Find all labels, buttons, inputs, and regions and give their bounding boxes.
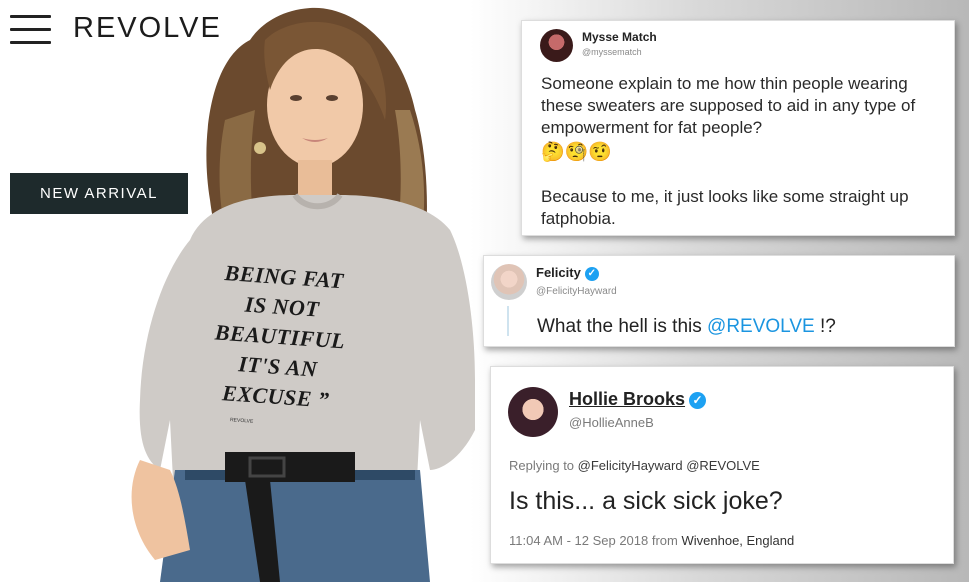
tweet-text: What the hell is this @REVOLVE !?: [537, 316, 836, 338]
tweet-text: Someone explain to me how thin people we…: [541, 73, 941, 167]
tweet-author-name[interactable]: Hollie Brooks ✓: [569, 389, 707, 410]
tweet-text-main: What the hell is this: [537, 316, 708, 337]
tweet-author-handle[interactable]: @myssematch: [582, 47, 642, 57]
tweet-author-name[interactable]: Felicity ✓: [536, 265, 599, 281]
tweet-text: Is this... a sick sick joke?: [509, 487, 783, 515]
verified-badge-icon: ✓: [689, 391, 707, 409]
reply-mentions[interactable]: @FelicityHayward @REVOLVE: [578, 458, 760, 473]
tweet-author-name-text[interactable]: Felicity: [536, 265, 581, 280]
reply-context: Replying to @FelicityHayward @REVOLVE: [509, 458, 760, 473]
tweet-text-main: Someone explain to me how thin people we…: [541, 74, 916, 137]
tweet-card-mysse[interactable]: Mysse Match @myssematch Someone explain …: [521, 20, 955, 236]
avatar[interactable]: [540, 29, 573, 62]
avatar[interactable]: [491, 264, 527, 300]
avatar[interactable]: [508, 387, 558, 437]
mention-link[interactable]: @REVOLVE: [707, 316, 815, 337]
tweet-timestamp[interactable]: 11:04 AM - 12 Sep 2018 from: [509, 533, 681, 548]
quote-bar: [507, 306, 509, 336]
emoji-icons: 🤔🧐🤨: [541, 142, 612, 163]
tweet-author-name[interactable]: Mysse Match: [582, 30, 657, 44]
tweet-author-handle[interactable]: @HollieAnneB: [569, 415, 654, 430]
tweet-text-end: !?: [814, 316, 836, 337]
tweet-location[interactable]: Wivenhoe, England: [681, 533, 794, 548]
reply-prefix: Replying to: [509, 458, 578, 473]
tweet-text-second: Because to me, it just looks like some s…: [541, 187, 909, 228]
tweet-card-felicity[interactable]: Felicity ✓ @FelicityHayward What the hell…: [483, 255, 955, 347]
tweet-author-name-text[interactable]: Hollie Brooks: [569, 389, 685, 409]
hamburger-menu-icon[interactable]: [10, 15, 51, 45]
verified-badge-icon: ✓: [584, 266, 599, 281]
tweet-card-hollie[interactable]: Hollie Brooks ✓ @HollieAnneB Replying to …: [490, 366, 954, 564]
tweet-meta: 11:04 AM - 12 Sep 2018 from Wivenhoe, En…: [509, 533, 794, 548]
sweater-slogan: BEING FAT IS NOT BEAUTIFUL IT'S AN EXCUS…: [200, 257, 360, 417]
tweet-author-handle[interactable]: @FelicityHayward: [536, 286, 617, 297]
